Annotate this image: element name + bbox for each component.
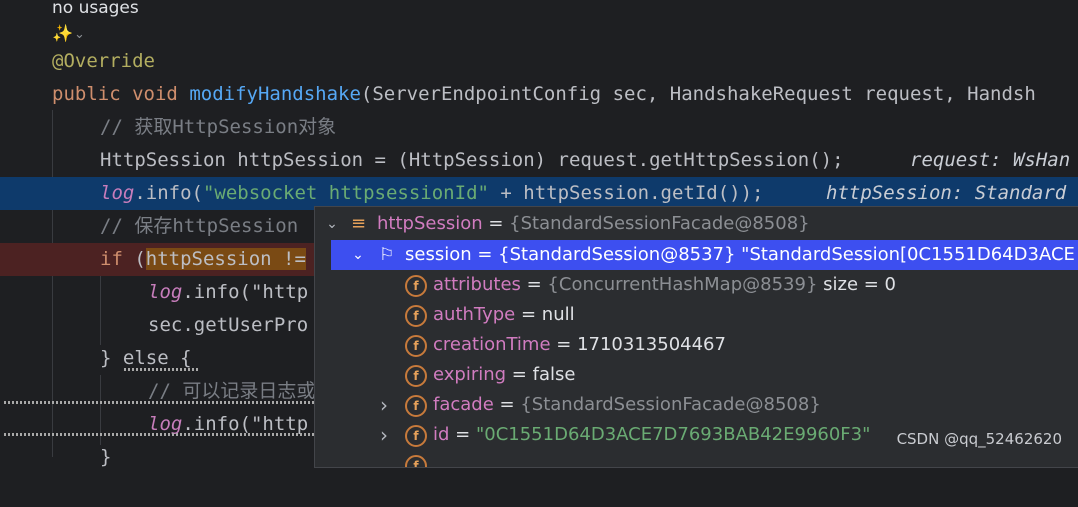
variable-name: id <box>433 424 450 445</box>
list-icon: ≡ <box>351 213 367 234</box>
code-line-signature: public void modifyHandshake(ServerEndpoi… <box>0 78 1078 111</box>
variable-name: httpSession <box>377 213 483 234</box>
chevron-right-icon[interactable]: › <box>377 420 391 450</box>
tree-row-attributes[interactable]: f attributes = {ConcurrentHashMap@8539} … <box>315 270 1078 300</box>
tree-row-expiring[interactable]: f expiring = false <box>315 360 1078 390</box>
variable-name: authType <box>433 304 516 325</box>
code-comment[interactable]: // 保存httpSession <box>100 210 298 243</box>
variable-name: facade <box>433 394 494 415</box>
tree-row-session[interactable]: ⌄ ⚐ session = {StandardSession@8537} "St… <box>331 240 1078 270</box>
log-statement[interactable]: log.info("http <box>148 408 308 441</box>
variable-value: 1710313504467 <box>577 334 726 355</box>
tree-row-creationtime[interactable]: f creationTime = 1710313504467 <box>315 330 1078 360</box>
code-comment[interactable]: // 获取HttpSession对象 <box>100 111 336 144</box>
chevron-down-icon[interactable]: ⌄ <box>351 240 365 270</box>
session-assignment[interactable]: HttpSession httpSession = (HttpSession) … <box>100 144 844 177</box>
closing-brace[interactable]: } <box>100 441 111 474</box>
field-icon: f <box>405 275 427 297</box>
code-line-comment: // 获取HttpSession对象 <box>0 111 1078 144</box>
tree-row-facade[interactable]: › f facade = {StandardSessionFacade@8508… <box>315 390 1078 420</box>
flag-icon: ⚐ <box>379 245 395 265</box>
code-line-annotation: @Override <box>0 45 1078 78</box>
override-annotation[interactable]: @Override <box>52 45 155 78</box>
field-icon: f <box>405 335 427 357</box>
sec-statement[interactable]: sec.getUserPro <box>148 309 308 342</box>
warning-squiggle <box>124 368 200 371</box>
variable-value: "0C1551D64D3ACE7D7693BAB42E9960F3" <box>475 424 871 445</box>
variable-value: null <box>541 304 575 325</box>
watermark: CSDN @qq_52462620 <box>896 430 1062 448</box>
debug-variable-popup[interactable]: ⌄ ≡ httpSession = {StandardSessionFacade… <box>314 206 1078 468</box>
warning-squiggle <box>4 401 314 404</box>
variable-value: {ConcurrentHashMap@8539} <box>547 274 818 295</box>
method-name[interactable]: modifyHandshake <box>189 83 361 105</box>
variable-value: {StandardSessionFacade@8508} <box>520 394 821 415</box>
field-icon: f <box>405 395 427 417</box>
variable-value: {StandardSession@8537} "StandardSession[… <box>498 244 1075 265</box>
variable-name: attributes <box>433 274 521 295</box>
field-icon: f <box>405 305 427 327</box>
chevron-right-icon[interactable]: › <box>377 390 391 420</box>
log-statement[interactable]: log.info("http <box>148 276 308 309</box>
tree-row-partial: f <box>315 450 1078 467</box>
field-icon: f <box>405 425 427 447</box>
tree-row-authtype[interactable]: f authType = null <box>315 300 1078 330</box>
variable-value: {StandardSessionFacade@8508} <box>509 213 810 234</box>
variable-name: creationTime <box>433 334 551 355</box>
variable-name: expiring <box>433 364 507 385</box>
tree-row-httpsession[interactable]: ⌄ ≡ httpSession = {StandardSessionFacade… <box>315 209 1078 239</box>
method-signature[interactable]: public void modifyHandshake(ServerEndpoi… <box>52 78 1036 111</box>
chevron-down-icon[interactable]: ⌄ <box>325 209 339 239</box>
variable-name: session <box>405 244 472 265</box>
inline-debug-value: request: WsHan <box>910 149 1071 171</box>
condition-highlight: httpSession != <box>145 248 306 270</box>
if-statement[interactable]: if (httpSession != <box>100 243 306 276</box>
field-icon: f <box>405 365 427 387</box>
variable-value: false <box>532 364 576 385</box>
warning-squiggle <box>4 433 314 436</box>
code-line-session: HttpSession httpSession = (HttpSession) … <box>0 144 1078 177</box>
